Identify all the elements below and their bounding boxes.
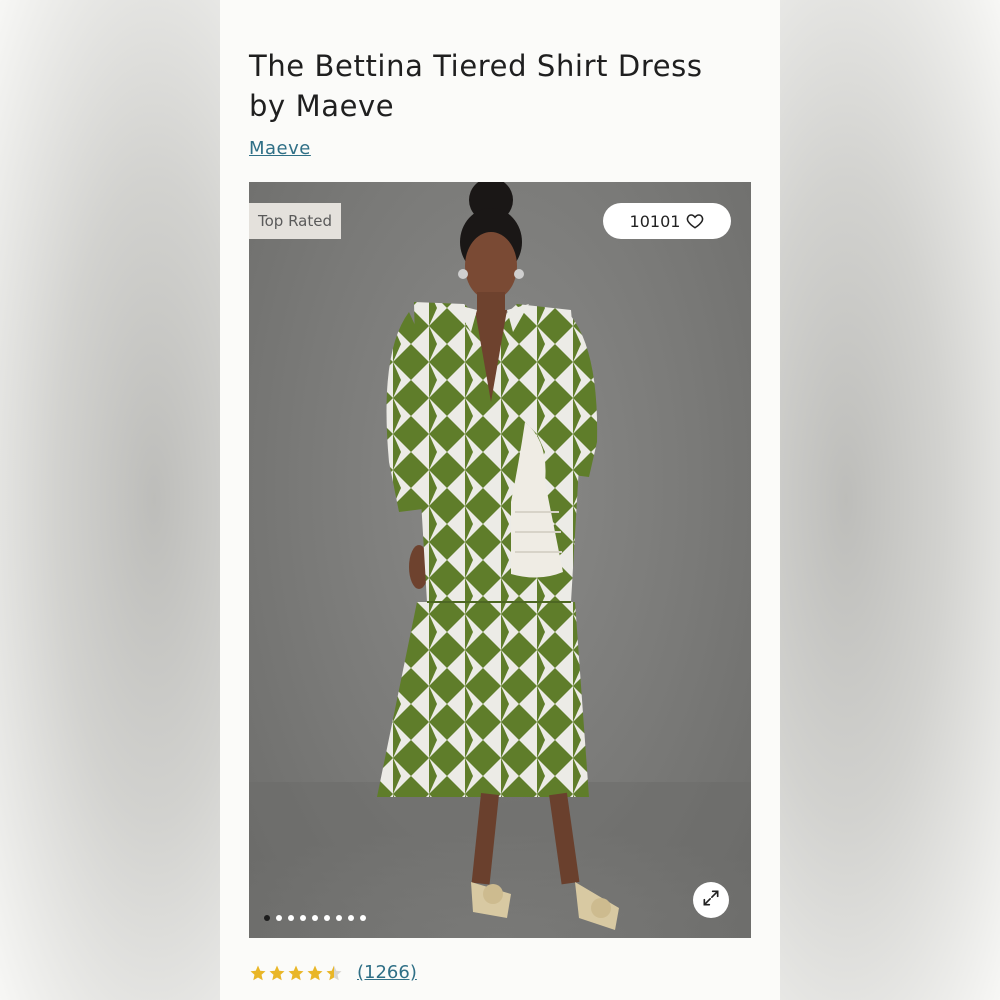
carousel-dot[interactable] [312,915,318,921]
carousel-dot[interactable] [288,915,294,921]
favorites-count: 10101 [629,211,681,231]
background-right [780,0,1000,1000]
carousel-dot[interactable] [360,915,366,921]
top-rated-badge: Top Rated [249,203,341,239]
carousel-dot[interactable] [348,915,354,921]
carousel-dot[interactable] [324,915,330,921]
star-icon [250,965,266,980]
carousel-dots [264,915,366,921]
expand-icon [701,888,721,912]
brand-link[interactable]: Maeve [249,138,311,159]
product-title: The Bettina Tiered Shirt Dress by Maeve [249,49,703,123]
reviews-link[interactable]: (1266) [357,962,417,983]
product-card: The Bettina Tiered Shirt Dress by Maeve … [220,0,780,1000]
background-left [0,0,220,1000]
star-icon [288,965,304,980]
heart-icon [686,212,704,230]
product-rating: (1266) [249,962,417,983]
star-half-icon [326,965,342,980]
star-icon [269,965,285,980]
product-photo-illustration [249,182,751,938]
carousel-dot[interactable] [300,915,306,921]
expand-image-button[interactable] [693,882,729,918]
star-icon [307,965,323,980]
carousel-dot[interactable] [264,915,270,921]
product-image[interactable]: Top Rated 10101 [249,182,751,938]
carousel-dot[interactable] [336,915,342,921]
carousel-dot[interactable] [276,915,282,921]
favorite-button[interactable]: 10101 [603,203,731,239]
rating-stars [249,964,343,982]
